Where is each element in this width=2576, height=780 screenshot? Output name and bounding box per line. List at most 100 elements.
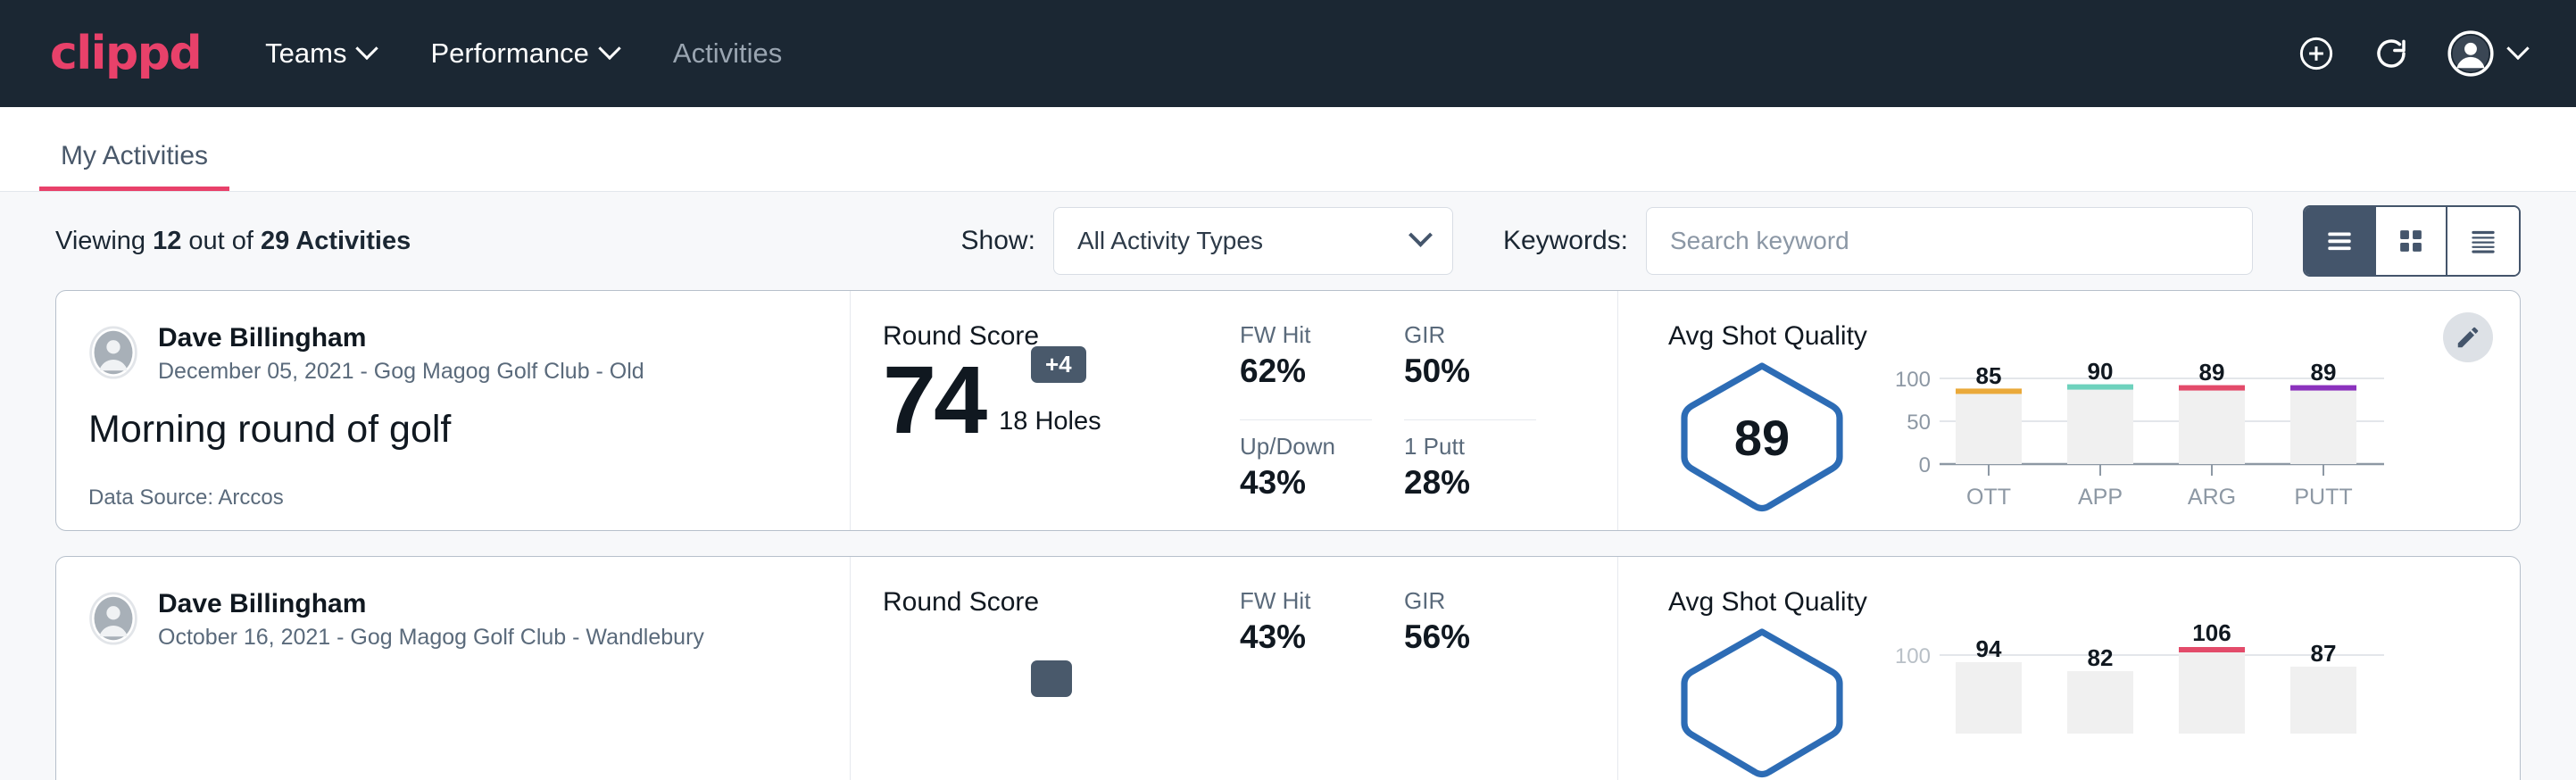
stat-gir: GIR 56% bbox=[1404, 587, 1536, 780]
show-label: Show: bbox=[961, 226, 1035, 256]
quality-hexagon: 89 bbox=[1668, 357, 1856, 518]
data-source: Data Source: Arccos bbox=[88, 485, 850, 510]
app-logo[interactable]: clippd bbox=[50, 27, 201, 80]
stat-label: FW Hit bbox=[1240, 587, 1372, 615]
svg-text:106: 106 bbox=[2192, 623, 2231, 646]
stat-label: GIR bbox=[1404, 587, 1536, 615]
viewing-prefix: Viewing bbox=[55, 227, 153, 255]
activity-type-select[interactable]: All Activity Types bbox=[1053, 207, 1453, 275]
holes-played: 18 Holes bbox=[999, 407, 1101, 444]
activity-list: Dave Billingham December 05, 2021 - Gog … bbox=[0, 290, 2576, 780]
svg-text:APP: APP bbox=[2078, 485, 2123, 510]
top-navigation-bar: clippd Teams Performance Activities bbox=[0, 0, 2576, 107]
stat-label: Up/Down bbox=[1240, 433, 1372, 461]
round-stats-grid: FW Hit 62% GIR 50% Up/Down 43% 1 Putt 28… bbox=[1240, 321, 1536, 530]
round-stats-grid: FW Hit 43% GIR 56% bbox=[1240, 587, 1536, 780]
nav-item-activities[interactable]: Activities bbox=[669, 29, 785, 79]
stat-fw-hit: FW Hit 62% bbox=[1240, 321, 1372, 420]
player-name: Dave Billingham bbox=[158, 321, 644, 355]
viewing-count-text: Viewing 12 out of 29 Activities bbox=[55, 227, 411, 256]
round-score-section: Round Score FW Hit 43% GIR 56% bbox=[851, 557, 1618, 780]
stat-value: 56% bbox=[1404, 618, 1536, 656]
activity-meta: December 05, 2021 - Gog Magog Golf Club … bbox=[158, 359, 644, 385]
plus-circle-icon[interactable] bbox=[2298, 35, 2335, 72]
round-score-value: 74 bbox=[883, 355, 985, 444]
avatar bbox=[88, 592, 138, 645]
avg-shot-quality-section: Avg Shot Quality 100 94 82 bbox=[1618, 557, 2520, 780]
avg-shot-quality-label: Avg Shot Quality bbox=[1668, 587, 2520, 618]
stat-label: GIR bbox=[1404, 321, 1536, 349]
svg-text:82: 82 bbox=[2088, 644, 2114, 671]
tab-my-activities[interactable]: My Activities bbox=[39, 141, 229, 191]
shot-quality-bar-chart: 100 94 82 106 87 bbox=[1884, 623, 2384, 780]
player-name: Dave Billingham bbox=[158, 587, 704, 621]
stat-up-down: Up/Down 43% bbox=[1240, 433, 1372, 531]
activity-type-value: All Activity Types bbox=[1077, 227, 1263, 255]
stat-value: 62% bbox=[1240, 353, 1372, 390]
search-input[interactable] bbox=[1646, 207, 2253, 275]
svg-text:PUTT: PUTT bbox=[2294, 485, 2352, 510]
svg-text:89: 89 bbox=[2199, 359, 2225, 386]
quality-score-value: 89 bbox=[1668, 357, 1856, 518]
activity-title: Morning round of golf bbox=[88, 408, 850, 452]
keywords-label: Keywords: bbox=[1503, 226, 1628, 256]
nav-item-teams[interactable]: Teams bbox=[262, 29, 378, 79]
shot-quality-chart: 100 94 82 106 87 bbox=[1884, 623, 2384, 780]
score-diff-badge: +4 bbox=[1031, 346, 1086, 383]
stat-label: FW Hit bbox=[1240, 321, 1372, 349]
stat-value: 43% bbox=[1240, 618, 1372, 656]
filter-toolbar: Viewing 12 out of 29 Activities Show: Al… bbox=[0, 192, 2576, 290]
activity-info: Dave Billingham October 16, 2021 - Gog M… bbox=[56, 557, 851, 780]
view-mode-toggle bbox=[2303, 205, 2521, 277]
svg-text:ARG: ARG bbox=[2188, 485, 2236, 510]
stat-value: 28% bbox=[1404, 464, 1536, 502]
activity-card[interactable]: Dave Billingham October 16, 2021 - Gog M… bbox=[55, 556, 2521, 780]
svg-text:100: 100 bbox=[1895, 368, 1931, 392]
stat-fw-hit: FW Hit 43% bbox=[1240, 587, 1372, 780]
svg-text:94: 94 bbox=[1976, 635, 2002, 662]
round-score-section: Round Score 74 +4 18 Holes FW Hit 62% GI… bbox=[851, 291, 1618, 530]
compact-view-button[interactable] bbox=[2447, 207, 2519, 275]
score-diff-badge bbox=[1031, 660, 1072, 697]
viewing-mid: out of bbox=[181, 227, 261, 255]
round-score-label: Round Score bbox=[883, 587, 1240, 618]
chevron-down-icon bbox=[598, 37, 620, 60]
svg-text:0: 0 bbox=[1919, 453, 1931, 477]
player-header: Dave Billingham October 16, 2021 - Gog M… bbox=[88, 587, 850, 651]
chevron-down-icon bbox=[2506, 37, 2529, 60]
pencil-icon bbox=[2455, 324, 2481, 351]
list-view-button[interactable] bbox=[2305, 207, 2376, 275]
grid-view-button[interactable] bbox=[2376, 207, 2447, 275]
avg-shot-quality-label: Avg Shot Quality bbox=[1668, 321, 2520, 352]
account-avatar-icon bbox=[2447, 30, 2494, 77]
svg-text:85: 85 bbox=[1976, 362, 2002, 389]
avatar bbox=[88, 326, 138, 379]
chevron-down-icon bbox=[1408, 222, 1433, 246]
hexagon-icon bbox=[1668, 623, 1856, 780]
nav-item-label: Activities bbox=[673, 37, 782, 70]
nav-item-label: Teams bbox=[265, 37, 346, 70]
svg-text:50: 50 bbox=[1907, 411, 1931, 435]
nav-actions bbox=[2298, 30, 2526, 77]
stat-one-putt: 1 Putt 28% bbox=[1404, 433, 1536, 531]
quality-hexagon bbox=[1668, 623, 1856, 780]
refresh-icon[interactable] bbox=[2372, 35, 2410, 72]
svg-text:100: 100 bbox=[1895, 644, 1931, 668]
tab-label: My Activities bbox=[61, 141, 208, 170]
viewing-total: 29 Activities bbox=[261, 227, 411, 255]
stat-value: 50% bbox=[1404, 353, 1536, 390]
nav-item-label: Performance bbox=[430, 37, 588, 70]
account-menu[interactable] bbox=[2447, 30, 2526, 77]
svg-text:87: 87 bbox=[2311, 640, 2337, 667]
svg-text:90: 90 bbox=[2088, 358, 2114, 385]
edit-activity-button[interactable] bbox=[2443, 312, 2493, 362]
player-header: Dave Billingham December 05, 2021 - Gog … bbox=[88, 321, 850, 385]
svg-text:OTT: OTT bbox=[1966, 485, 2011, 510]
shot-quality-bar-chart: 100 50 0 85 OTT 90 APP bbox=[1884, 357, 2384, 527]
nav-item-performance[interactable]: Performance bbox=[427, 29, 620, 79]
activity-info: Dave Billingham December 05, 2021 - Gog … bbox=[56, 291, 851, 530]
tab-bar: My Activities bbox=[0, 107, 2576, 192]
stat-gir: GIR 50% bbox=[1404, 321, 1536, 420]
activity-card[interactable]: Dave Billingham December 05, 2021 - Gog … bbox=[55, 290, 2521, 531]
chevron-down-icon bbox=[356, 37, 378, 60]
